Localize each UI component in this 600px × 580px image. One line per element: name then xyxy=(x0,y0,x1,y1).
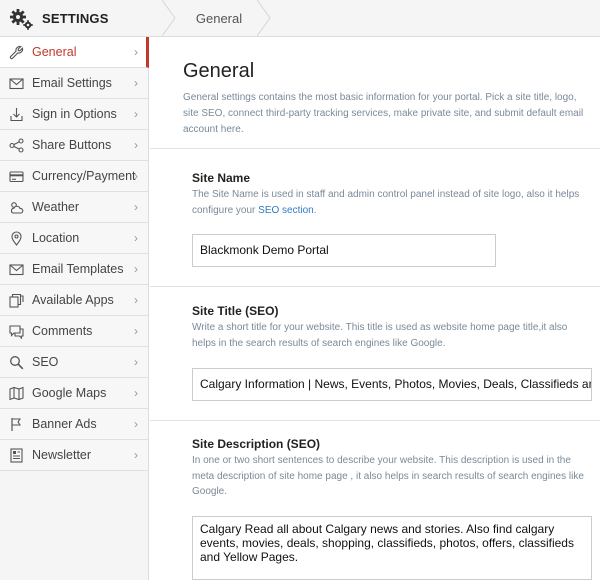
chevron-right-icon: › xyxy=(134,76,138,90)
sidebar-item-location[interactable]: Location › xyxy=(0,223,148,254)
chevron-right-icon: › xyxy=(134,293,138,307)
chevron-right-icon: › xyxy=(134,138,138,152)
sidebar-item-general[interactable]: General › xyxy=(0,37,149,68)
sidebar-item-seo[interactable]: SEO › xyxy=(0,347,148,378)
section-divider xyxy=(150,286,600,287)
sidebar-item-banner-ads[interactable]: Banner Ads › xyxy=(0,409,148,440)
sidebar-item-label: Location xyxy=(32,231,80,245)
map-pin-icon xyxy=(11,231,22,246)
chevron-right-icon: › xyxy=(134,417,138,431)
sidebar-item-label: Google Maps xyxy=(32,386,107,400)
envelope-icon xyxy=(9,78,24,90)
sidebar-item-newsletter[interactable]: Newsletter › xyxy=(0,440,148,471)
sidebar-item-label: SEO xyxy=(32,355,59,369)
flag-icon xyxy=(11,418,22,431)
site-description-help: In one or two short sentences to describ… xyxy=(192,455,584,497)
chevron-right-icon: › xyxy=(134,448,138,462)
chevron-right-icon: › xyxy=(134,169,138,183)
sidebar-item-label: Comments xyxy=(32,324,93,338)
sidebar-item-available-apps[interactable]: Available Apps › xyxy=(0,285,148,316)
magnifier-icon xyxy=(10,356,24,370)
site-description-textarea[interactable]: Calgary Read all about Calgary news and … xyxy=(192,516,592,580)
app-title: SETTINGS xyxy=(42,11,109,26)
cloud-sun-icon xyxy=(10,202,24,214)
breadcrumb-separator-icon xyxy=(162,0,176,36)
share-icon xyxy=(9,138,24,153)
settings-sidebar: General › Email Settings › Sign in Optio… xyxy=(0,37,149,580)
wrench-icon xyxy=(9,45,24,60)
breadcrumb-separator-icon xyxy=(257,0,271,36)
section-divider xyxy=(150,420,600,421)
sidebar-item-email-settings[interactable]: Email Settings › xyxy=(0,68,148,99)
site-name-input[interactable]: Blackmonk Demo Portal xyxy=(192,234,496,267)
chevron-right-icon: › xyxy=(134,107,138,121)
sidebar-item-label: Share Buttons xyxy=(32,138,112,152)
chevron-right-icon: › xyxy=(134,355,138,369)
sidebar-item-label: Currency/Payment xyxy=(32,169,136,183)
sidebar-item-sign-in-options[interactable]: Sign in Options › xyxy=(0,99,148,130)
brand: SETTINGS xyxy=(0,0,165,36)
chevron-right-icon: › xyxy=(134,200,138,214)
envelope-template-icon xyxy=(9,264,24,276)
sidebar-item-label: General xyxy=(32,45,77,59)
breadcrumb-current[interactable]: General xyxy=(181,11,257,26)
page-title: General xyxy=(183,60,255,82)
sidebar-item-label: Email Templates xyxy=(32,262,124,276)
sidebar-item-label: Sign in Options xyxy=(32,107,117,121)
site-description-label: Site Description (SEO) xyxy=(192,437,321,451)
chevron-right-icon: › xyxy=(134,324,138,338)
map-icon xyxy=(9,386,24,401)
site-title-help: Write a short title for your website. Th… xyxy=(192,322,568,349)
sign-in-icon xyxy=(10,108,23,122)
sidebar-item-share-buttons[interactable]: Share Buttons › xyxy=(0,130,148,161)
chevron-right-icon: › xyxy=(134,45,138,59)
chevron-right-icon: › xyxy=(134,262,138,276)
site-name-help: The Site Name is used in staff and admin… xyxy=(192,189,580,216)
sidebar-item-email-templates[interactable]: Email Templates › xyxy=(0,254,148,285)
general-settings-panel: General General settings contains the mo… xyxy=(150,37,600,580)
sidebar-item-label: Available Apps xyxy=(32,293,114,307)
apps-icon xyxy=(9,293,24,308)
chevron-right-icon: › xyxy=(134,231,138,245)
seo-section-link[interactable]: SEO section xyxy=(258,205,314,216)
credit-card-icon xyxy=(9,171,24,183)
sidebar-item-label: Banner Ads xyxy=(32,417,97,431)
page-description: General settings contains the most basic… xyxy=(183,92,584,135)
sidebar-item-google-maps[interactable]: Google Maps › xyxy=(0,378,148,409)
sidebar-item-label: Email Settings xyxy=(32,76,112,90)
sidebar-item-label: Weather xyxy=(32,200,80,214)
sidebar-item-weather[interactable]: Weather › xyxy=(0,192,148,223)
site-name-label: Site Name xyxy=(192,171,251,185)
section-divider xyxy=(150,148,600,149)
chevron-right-icon: › xyxy=(134,386,138,400)
gears-icon xyxy=(10,9,33,30)
sidebar-item-comments[interactable]: Comments › xyxy=(0,316,148,347)
comments-icon xyxy=(9,325,24,339)
newsletter-icon xyxy=(10,448,23,463)
sidebar-item-currency-payment[interactable]: Currency/Payment › xyxy=(0,161,148,192)
top-bar: SETTINGS General xyxy=(0,0,600,37)
site-title-input[interactable]: Calgary Information | News, Events, Phot… xyxy=(192,368,592,401)
site-title-label: Site Title (SEO) xyxy=(192,304,279,318)
sidebar-item-label: Newsletter xyxy=(32,448,92,462)
